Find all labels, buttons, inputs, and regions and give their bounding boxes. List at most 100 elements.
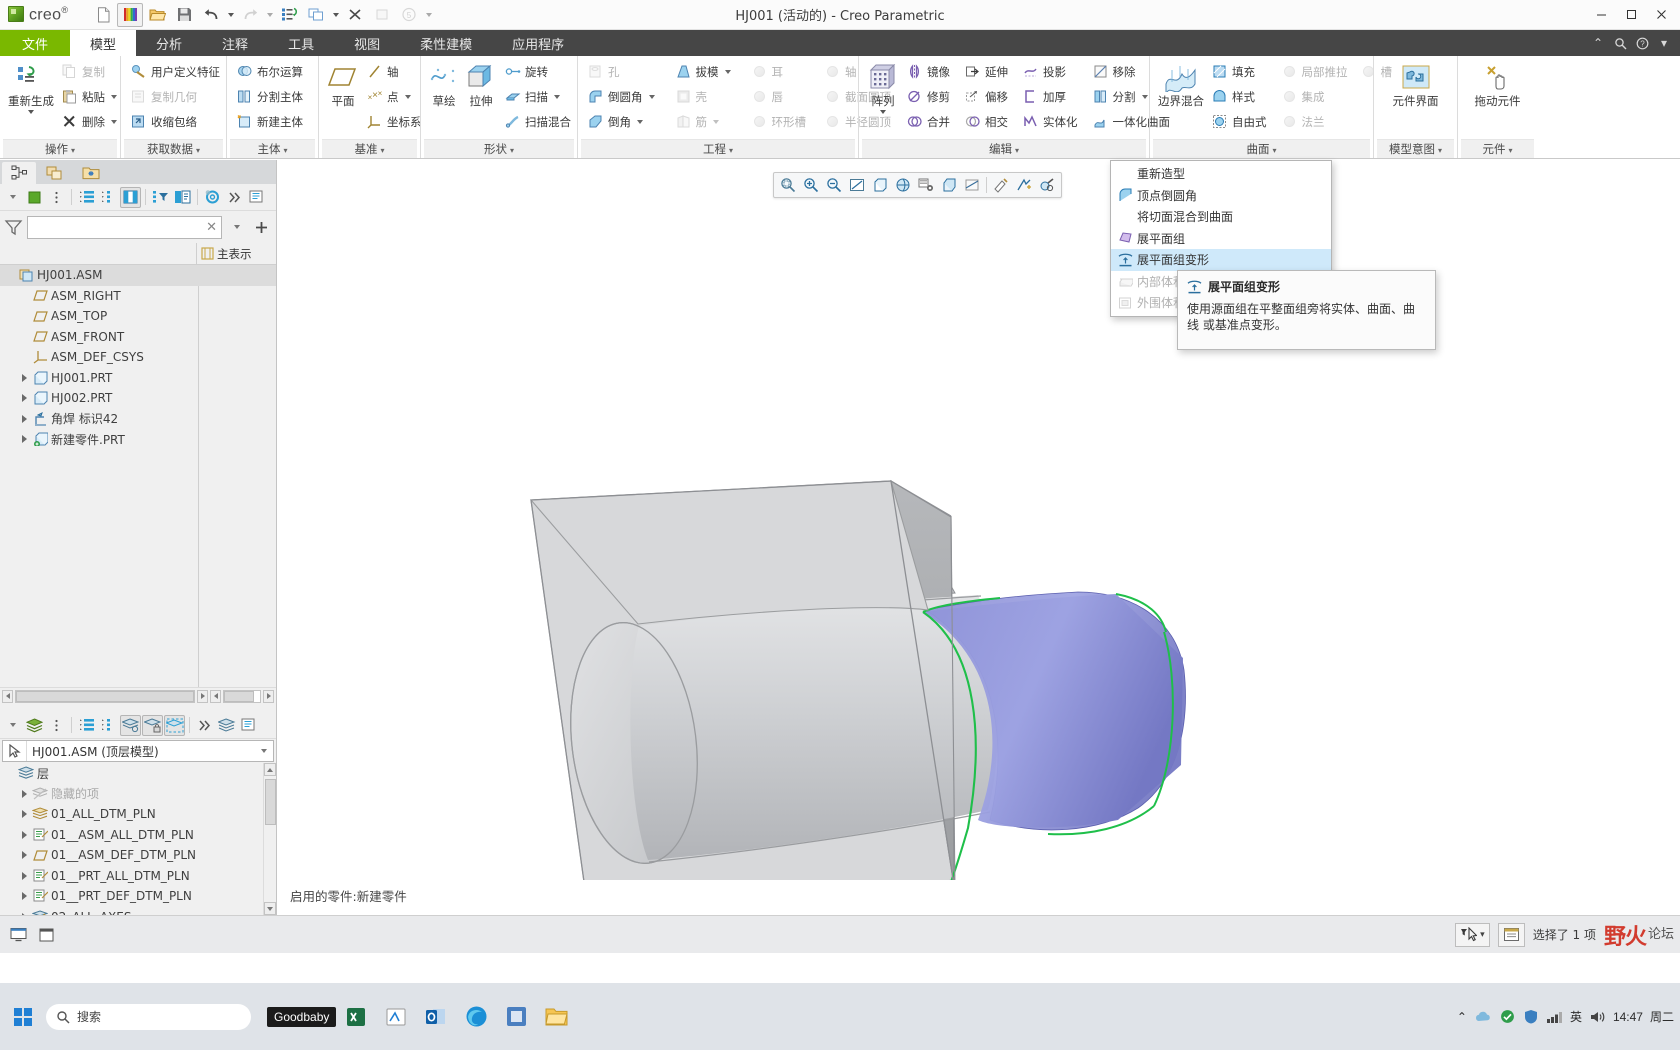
note-toggle[interactable] [1497,922,1525,947]
layer-tree-vscroll[interactable] [263,763,276,915]
layer-props-icon[interactable] [238,715,259,736]
app-icon[interactable] [496,1000,536,1034]
layer-vscroll-down[interactable] [264,902,276,915]
layer-combo-caret-icon[interactable] [255,749,273,753]
delete-button[interactable]: 删除 [57,109,123,134]
dropdown-item[interactable]: 重新造型 [1111,163,1331,185]
tree-filters-icon[interactable] [150,187,171,208]
hscroll2-track[interactable] [223,689,261,703]
hscroll2-right-button[interactable] [263,689,274,703]
project-button[interactable]: 投影 [1018,59,1084,84]
redo-button[interactable] [237,3,263,27]
tree-columns-icon[interactable] [120,186,141,208]
expand-all-icon[interactable] [76,187,97,208]
shrinkwrap-button[interactable]: 收缩包络 [126,109,226,134]
ear-button[interactable]: 耳 [747,59,813,84]
dropdown-item[interactable]: 展平面组 [1111,228,1331,250]
model-tree-hscroll[interactable] [0,687,276,704]
regenerate-caret-icon[interactable] [28,110,34,114]
tree-row[interactable]: 层 [0,763,276,784]
layer-tree-tab[interactable] [38,162,72,184]
layer-caret-icon[interactable] [2,715,23,736]
extend-button[interactable]: 延伸 [960,59,1014,84]
regenerate-button[interactable] [276,3,302,27]
close-button[interactable] [1646,1,1676,29]
tree-row[interactable]: 角焊 标识42 [0,409,276,430]
color-bar-button[interactable] [117,2,144,27]
ribbon-tab-applications[interactable]: 应用程序 [492,30,584,56]
chamfer-caret-icon[interactable] [637,119,643,124]
expand-arrow-icon[interactable] [18,871,31,880]
expand-arrow-icon[interactable] [18,414,31,423]
tree-settings-icon[interactable] [172,187,193,208]
goodbaby-label[interactable]: Goodbaby [267,1006,337,1027]
tree-row[interactable]: HJ001.ASM [0,265,276,286]
undo-button[interactable] [198,3,224,27]
layer-more-icon[interactable] [194,715,215,736]
draft-caret-icon[interactable] [724,69,731,74]
sweep-button[interactable]: 扫描 [500,84,577,109]
axis-button[interactable]: 轴 [362,59,428,84]
tree-row[interactable]: 01__PRT_ALL_DTM_PLN [0,866,276,887]
boolean-button[interactable]: 布尔运算 [232,59,309,84]
tree-row[interactable]: 隐藏的项 [0,784,276,805]
onedrive-icon[interactable] [1499,1009,1516,1024]
window-switch-button[interactable] [303,3,329,27]
ribbon-tab-model[interactable]: 模型 [70,30,137,56]
draft-button[interactable]: 拔模 [671,59,737,84]
csys-button[interactable]: 坐标系 [362,109,428,134]
save-button[interactable] [171,3,197,27]
sketch-big-button[interactable]: 草绘 [426,59,462,112]
layer-collapse-icon[interactable] [98,715,119,736]
shell-button[interactable]: 壳 [671,84,737,109]
paste-button[interactable]: 粘贴 [57,84,123,109]
tree-row[interactable]: ASM_DEF_CSYS [0,347,276,368]
tray-chevron-icon[interactable]: ⌃ [1457,1010,1467,1024]
rib-button[interactable]: 筋 [671,109,737,134]
expand-arrow-icon[interactable] [18,851,31,860]
sweep-caret-icon[interactable] [554,94,560,99]
clock-date[interactable]: 周二 [1650,1008,1674,1025]
edge-icon[interactable] [456,1000,496,1034]
layers-green-icon[interactable] [24,715,45,736]
udf-button[interactable]: 用户定义特征 [126,59,226,84]
dropdown-item[interactable]: 将切面混合到曲面 [1111,206,1331,228]
ribbon-tab-file[interactable]: 文件 [0,30,71,56]
hole-button[interactable]: 孔 [583,59,661,84]
help-icon[interactable]: ? [1632,33,1652,53]
boundary-blend-big-button[interactable]: 边界混合 [1155,59,1207,112]
new-body-button[interactable]: 新建主体 [232,109,309,134]
model-tree[interactable]: HJ001.ASM ASM_RIGHT ASM_TOP ASM_FRONT ASM_DE… [0,265,276,687]
excel-icon[interactable] [336,1000,376,1034]
tree-row[interactable]: 01__PRT_DEF_DTM_PLN [0,886,276,907]
clock-time[interactable]: 14:47 [1613,1010,1643,1024]
model-tree-search-input[interactable]: ✕ [27,215,222,239]
new-file-button[interactable] [90,3,116,27]
layer-expand-icon[interactable] [76,715,97,736]
chevron-down-icon[interactable]: ▾ [1654,33,1674,53]
tree-row[interactable]: 01__ASM_ALL_DTM_PLN [0,825,276,846]
chevron-up-icon[interactable]: ⌃ [1588,33,1608,53]
expand-arrow-icon[interactable] [18,892,31,901]
undo-caret[interactable] [225,3,236,27]
new-window-button[interactable] [369,3,395,27]
pattern-caret-icon[interactable] [880,110,886,114]
network-icon[interactable] [1546,1010,1563,1024]
trim-button[interactable]: 修剪 [902,84,956,109]
copy-button[interactable]: 复制 [57,59,123,84]
graphics-viewport[interactable]: 启用的零件:新建零件 [278,160,1680,915]
outlook-icon[interactable] [416,1000,456,1034]
cad-model-3d[interactable] [278,180,1680,880]
history-caret[interactable] [423,3,434,27]
close-window-button[interactable] [342,3,368,27]
round-button[interactable]: 倒圆角 [583,84,661,109]
ribbon-tab-analysis[interactable]: 分析 [136,30,202,56]
groove-button[interactable]: 环形槽 [747,109,813,134]
local-push-button[interactable]: 局部推拉 [1277,59,1354,84]
copy-geometry-button[interactable]: 复制几何 [126,84,226,109]
minimize-button[interactable] [1586,1,1616,29]
paste-caret-icon[interactable] [111,94,117,99]
expand-arrow-icon[interactable] [18,373,31,382]
fill-button[interactable]: 填充 [1207,59,1273,84]
folder-star-tab[interactable] [74,162,108,184]
